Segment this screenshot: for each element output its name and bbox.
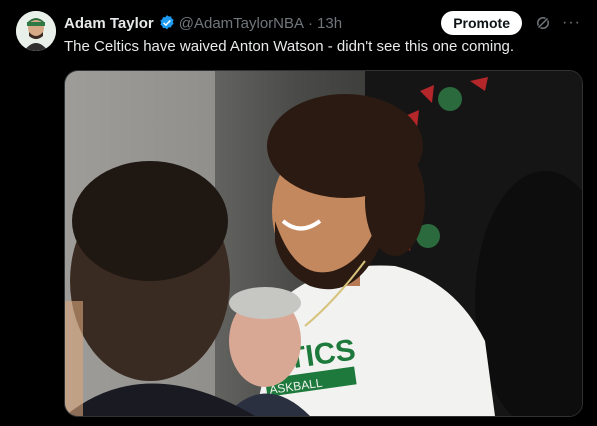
grok-icon[interactable] [534,14,552,32]
tweet-image[interactable]: LTICS ASKBALL [64,70,583,417]
tweet-header: Adam Taylor @AdamTaylorNBA · 13h Promote… [64,11,581,35]
avatar[interactable] [16,11,56,51]
verified-badge-icon [160,15,174,30]
author-name[interactable]: Adam Taylor [64,15,154,32]
promote-button[interactable]: Promote [441,11,523,35]
timestamp[interactable]: 13h [317,15,342,32]
tweet-text: The Celtics have waived Anton Watson - d… [64,38,515,55]
more-icon[interactable]: ··· [562,14,581,32]
author-handle[interactable]: @AdamTaylorNBA [179,15,304,32]
separator-dot: · [308,14,314,32]
